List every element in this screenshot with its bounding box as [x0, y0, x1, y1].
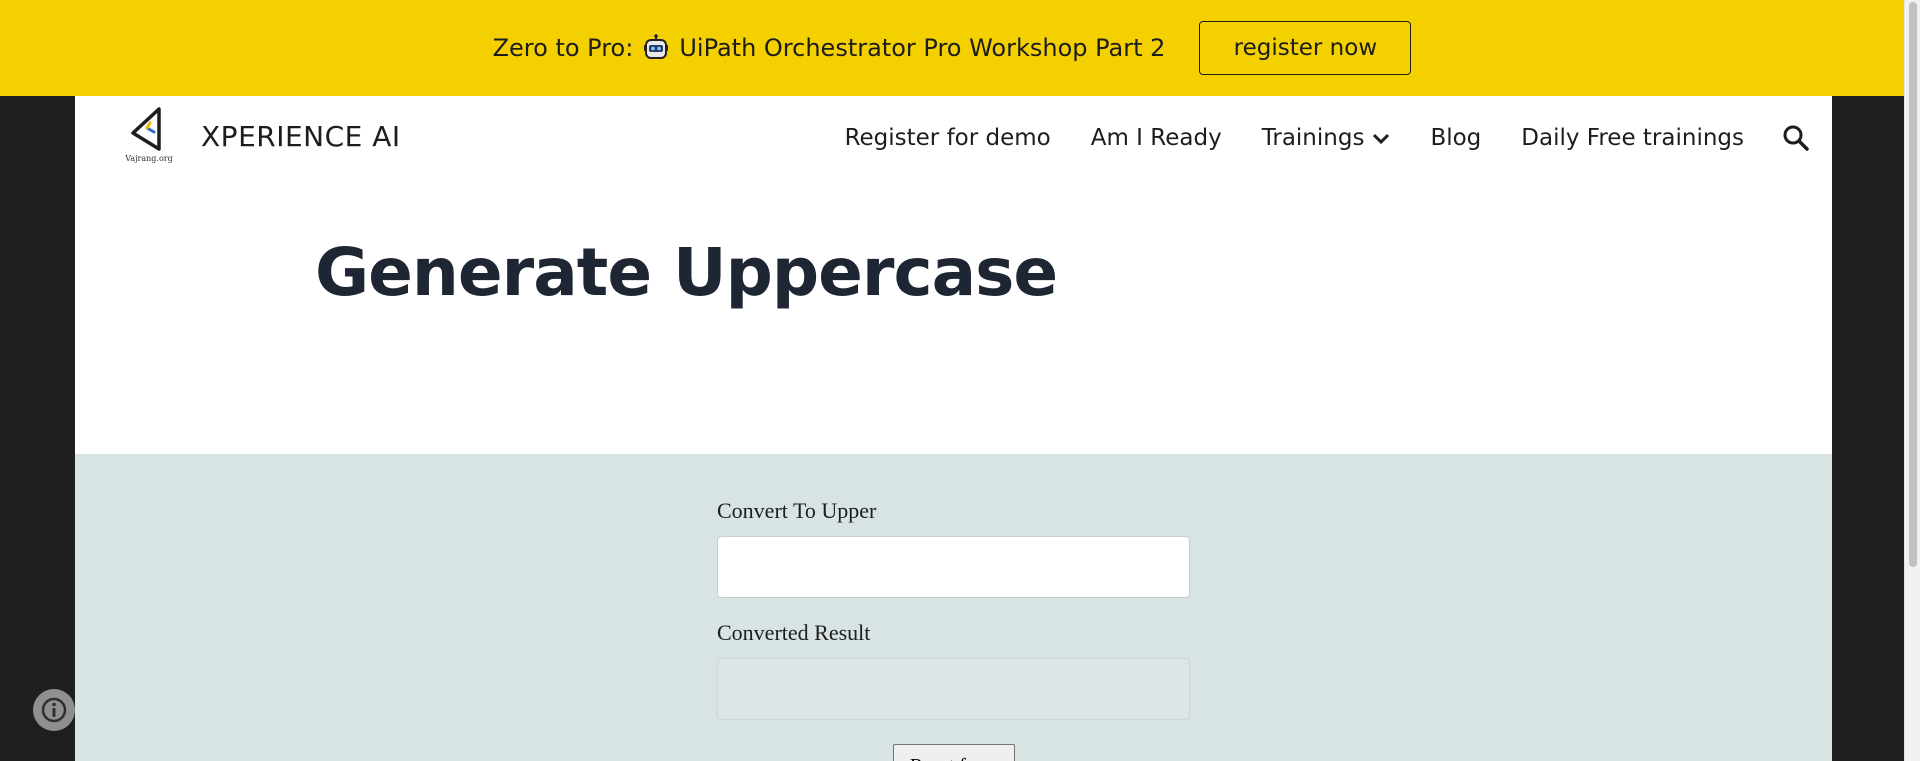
- search-icon[interactable]: [1782, 124, 1810, 152]
- nav-item-label: Daily Free trainings: [1521, 125, 1744, 151]
- logo-caption: Vajrang.org: [125, 154, 173, 163]
- page-scrollbar[interactable]: [1904, 0, 1920, 761]
- announcement-bar: Zero to Pro: UiPath Orchestrator Pro Wor…: [0, 0, 1904, 96]
- page-title: Generate Uppercase: [315, 234, 1058, 311]
- robot-icon: [641, 33, 671, 63]
- site-title[interactable]: XPERIENCE AI: [201, 120, 401, 153]
- nav-trainings[interactable]: Trainings: [1262, 125, 1391, 151]
- nav-item-label: Am I Ready: [1090, 125, 1222, 151]
- nav-am-i-ready[interactable]: Am I Ready: [1091, 125, 1222, 151]
- chevron-down-icon: [1372, 125, 1390, 151]
- result-label: Converted Result: [717, 620, 871, 645]
- scrollbar-thumb[interactable]: [1909, 2, 1917, 567]
- nav-daily-free-trainings[interactable]: Daily Free trainings: [1521, 125, 1744, 151]
- result-output[interactable]: [717, 658, 1190, 720]
- nav-register-for-demo[interactable]: Register for demo: [845, 125, 1051, 151]
- site-logo[interactable]: Vajrang.org: [125, 106, 173, 170]
- nav-item-label: Trainings: [1261, 125, 1365, 151]
- nav-item-label: Register for demo: [844, 125, 1051, 151]
- convert-input[interactable]: [717, 536, 1190, 598]
- converter-form: Convert To Upper Converted Result Reset …: [75, 454, 1832, 761]
- announcement-prefix: Zero to Pro:: [492, 34, 634, 62]
- nav-blog[interactable]: Blog: [1430, 125, 1481, 151]
- reset-form-button[interactable]: Reset form: [893, 744, 1015, 761]
- logo-mark-icon: [131, 107, 161, 151]
- page-content: Vajrang.org XPERIENCE AI Register for de…: [75, 96, 1832, 761]
- announcement-text: Zero to Pro: UiPath Orchestrator Pro Wor…: [493, 33, 1166, 63]
- nav-item-label: Blog: [1430, 125, 1482, 151]
- register-now-button[interactable]: register now: [1199, 21, 1412, 75]
- site-header: Vajrang.org XPERIENCE AI Register for de…: [75, 96, 1832, 182]
- input-label: Convert To Upper: [717, 498, 877, 523]
- info-icon[interactable]: [33, 689, 75, 731]
- announcement-title: UiPath Orchestrator Pro Workshop Part 2: [679, 34, 1166, 62]
- main-nav: Register for demo Am I Ready Trainings B…: [845, 118, 1810, 158]
